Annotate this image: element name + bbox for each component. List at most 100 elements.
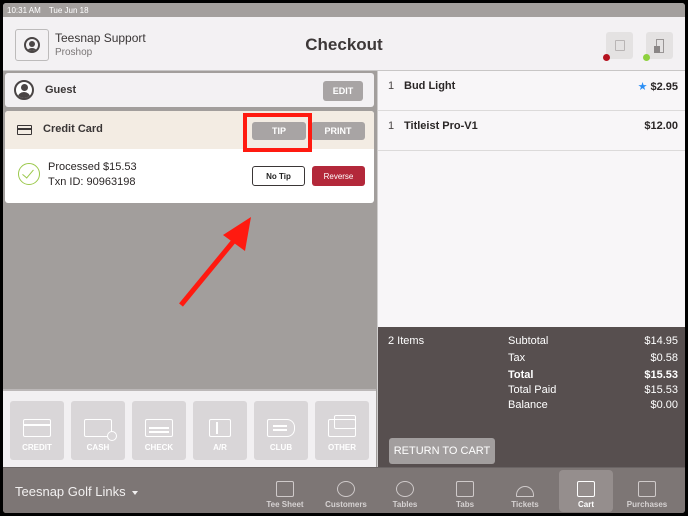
page-title: Checkout (305, 35, 383, 54)
payment-type-club[interactable]: CLUB (254, 401, 308, 460)
chevron-down-icon (131, 490, 138, 495)
payment-method-label: Credit Card (43, 123, 103, 135)
no-tip-button[interactable]: No Tip (252, 166, 305, 186)
status-date: Tue Jun 18 (48, 5, 89, 15)
shopping-cart-icon (577, 481, 595, 497)
print-button[interactable]: PRINT (311, 122, 365, 140)
payment-card-header: Credit Card TIP PRINT (5, 111, 374, 149)
location-selector[interactable]: Teesnap Golf Links (15, 484, 138, 499)
customers-icon (337, 481, 355, 497)
summary-label: Subtotal (508, 335, 549, 347)
nav-label: Customers (325, 500, 367, 509)
item-qty: 1 (388, 80, 395, 92)
summary-row-balance: Balance $0.00 (508, 399, 678, 411)
tip-highlight-box (243, 113, 312, 152)
app-window: 10:31 AM Tue Jun 18 ◠ 3% Teesnap Support… (3, 3, 685, 513)
nav-label: Purchases (626, 500, 668, 509)
nav-purchases[interactable]: Purchases (620, 470, 674, 512)
payment-type-check[interactable]: CHECK (132, 401, 186, 460)
cash-register-icon (638, 481, 656, 497)
tabs-list-icon (456, 481, 474, 497)
summary-row-subtotal: Subtotal $14.95 (508, 335, 678, 347)
payment-type-label: A/R (213, 443, 227, 452)
nav-label: Tables (392, 500, 418, 509)
items-count: 2 Items (388, 335, 425, 347)
transaction-id: Txn ID: 90963198 (48, 176, 136, 188)
location-name: Teesnap Golf Links (15, 484, 126, 499)
item-price: $2.95 (650, 81, 678, 93)
printer-button[interactable] (606, 32, 633, 59)
cash-icon (84, 419, 117, 441)
nav-tabs[interactable]: Tabs (438, 470, 492, 512)
customer-row: Guest EDIT (5, 73, 374, 107)
summary-row-total-paid: Total Paid $15.53 (508, 384, 678, 396)
processed-amount: Processed $15.53 (48, 161, 137, 173)
summary-row-total: Total $15.53 (508, 369, 678, 381)
summary-value: $15.53 (644, 369, 678, 381)
check-icon (145, 419, 173, 437)
annotation-arrow (179, 217, 251, 307)
payment-type-credit[interactable]: CREDIT (10, 401, 64, 460)
status-time: 10:31 AM (7, 5, 41, 15)
edit-customer-button[interactable]: EDIT (323, 81, 363, 101)
arrow-shaft (179, 235, 239, 307)
payment-type-bar: CREDIT CASH CHECK A/R CLUB OTHER (3, 389, 376, 467)
summary-value: $0.58 (650, 352, 678, 364)
customer-name: Guest (45, 84, 77, 96)
checkmark-icon (18, 163, 40, 185)
item-name: Titleist Pro-V1 (404, 120, 478, 132)
nav-label: Tickets (511, 500, 539, 509)
ticket-icon (267, 419, 295, 437)
header: Teesnap Support Proshop Checkout (3, 17, 685, 71)
cart-panel: 1 Bud Light ★ $2.95 1 Titleist Pro-V1 $12… (377, 71, 685, 467)
table-icon (396, 481, 414, 497)
nav-label: Tee Sheet (266, 500, 304, 509)
guest-avatar-icon (14, 80, 34, 100)
item-price: $12.00 (644, 120, 678, 132)
cards-icon (328, 415, 356, 437)
service-bell-icon (516, 486, 534, 497)
payment-type-label: OTHER (328, 443, 356, 452)
payment-type-label: CREDIT (22, 443, 52, 452)
payment-type-label: CHECK (144, 443, 174, 452)
nav-label: Cart (577, 500, 594, 509)
status-bar: 10:31 AM Tue Jun 18 ◠ 3% (3, 3, 685, 467)
payment-type-label: CASH (86, 443, 110, 452)
bottom-nav: Teesnap Golf Links Tee Sheet Customers T… (3, 467, 685, 513)
summary-value: $0.00 (650, 399, 678, 411)
nav-tee-sheet[interactable]: Tee Sheet (258, 470, 312, 512)
payment-type-other[interactable]: OTHER (315, 401, 369, 460)
calendar-icon (276, 481, 294, 497)
return-to-cart-button[interactable]: RETURN TO CART (389, 438, 495, 464)
credit-card-icon (23, 419, 51, 437)
item-name: Bud Light (404, 80, 456, 92)
summary-row-tax: Tax $0.58 (508, 352, 678, 364)
summary-label: Total (508, 369, 534, 381)
star-icon: ★ (637, 81, 648, 93)
item-qty: 1 (388, 120, 395, 132)
order-summary: 2 Items Subtotal $14.95 Tax $0.58 Total … (378, 327, 685, 467)
summary-label: Balance (508, 399, 548, 411)
payment-panel: Guest EDIT Credit Card TIP PRINT Process… (3, 71, 376, 467)
payment-type-ar[interactable]: A/R (193, 401, 247, 460)
nav-tickets[interactable]: Tickets (498, 470, 552, 512)
summary-value: $14.95 (644, 335, 678, 347)
printer-icon (614, 40, 625, 51)
nav-customers[interactable]: Customers (319, 470, 373, 512)
summary-value: $15.53 (644, 384, 678, 396)
nav-label: Tabs (455, 500, 475, 509)
nav-tables[interactable]: Tables (378, 470, 432, 512)
drawer-status-dot (643, 54, 650, 61)
cash-drawer-button[interactable] (646, 32, 673, 59)
item-price-wrap: ★ $2.95 (638, 80, 678, 93)
payment-card: Credit Card TIP PRINT Processed $15.53 T… (5, 111, 374, 203)
nav-cart[interactable]: Cart (559, 470, 613, 512)
summary-label: Total Paid (508, 384, 557, 396)
cart-item[interactable]: 1 Titleist Pro-V1 $12.00 (378, 111, 685, 151)
payment-type-cash[interactable]: CASH (71, 401, 125, 460)
payment-type-label: CLUB (269, 443, 293, 452)
cart-item[interactable]: 1 Bud Light ★ $2.95 (378, 71, 685, 111)
printer-status-dot (603, 54, 610, 61)
reverse-button[interactable]: Reverse (312, 166, 365, 186)
ledger-icon (209, 419, 231, 437)
